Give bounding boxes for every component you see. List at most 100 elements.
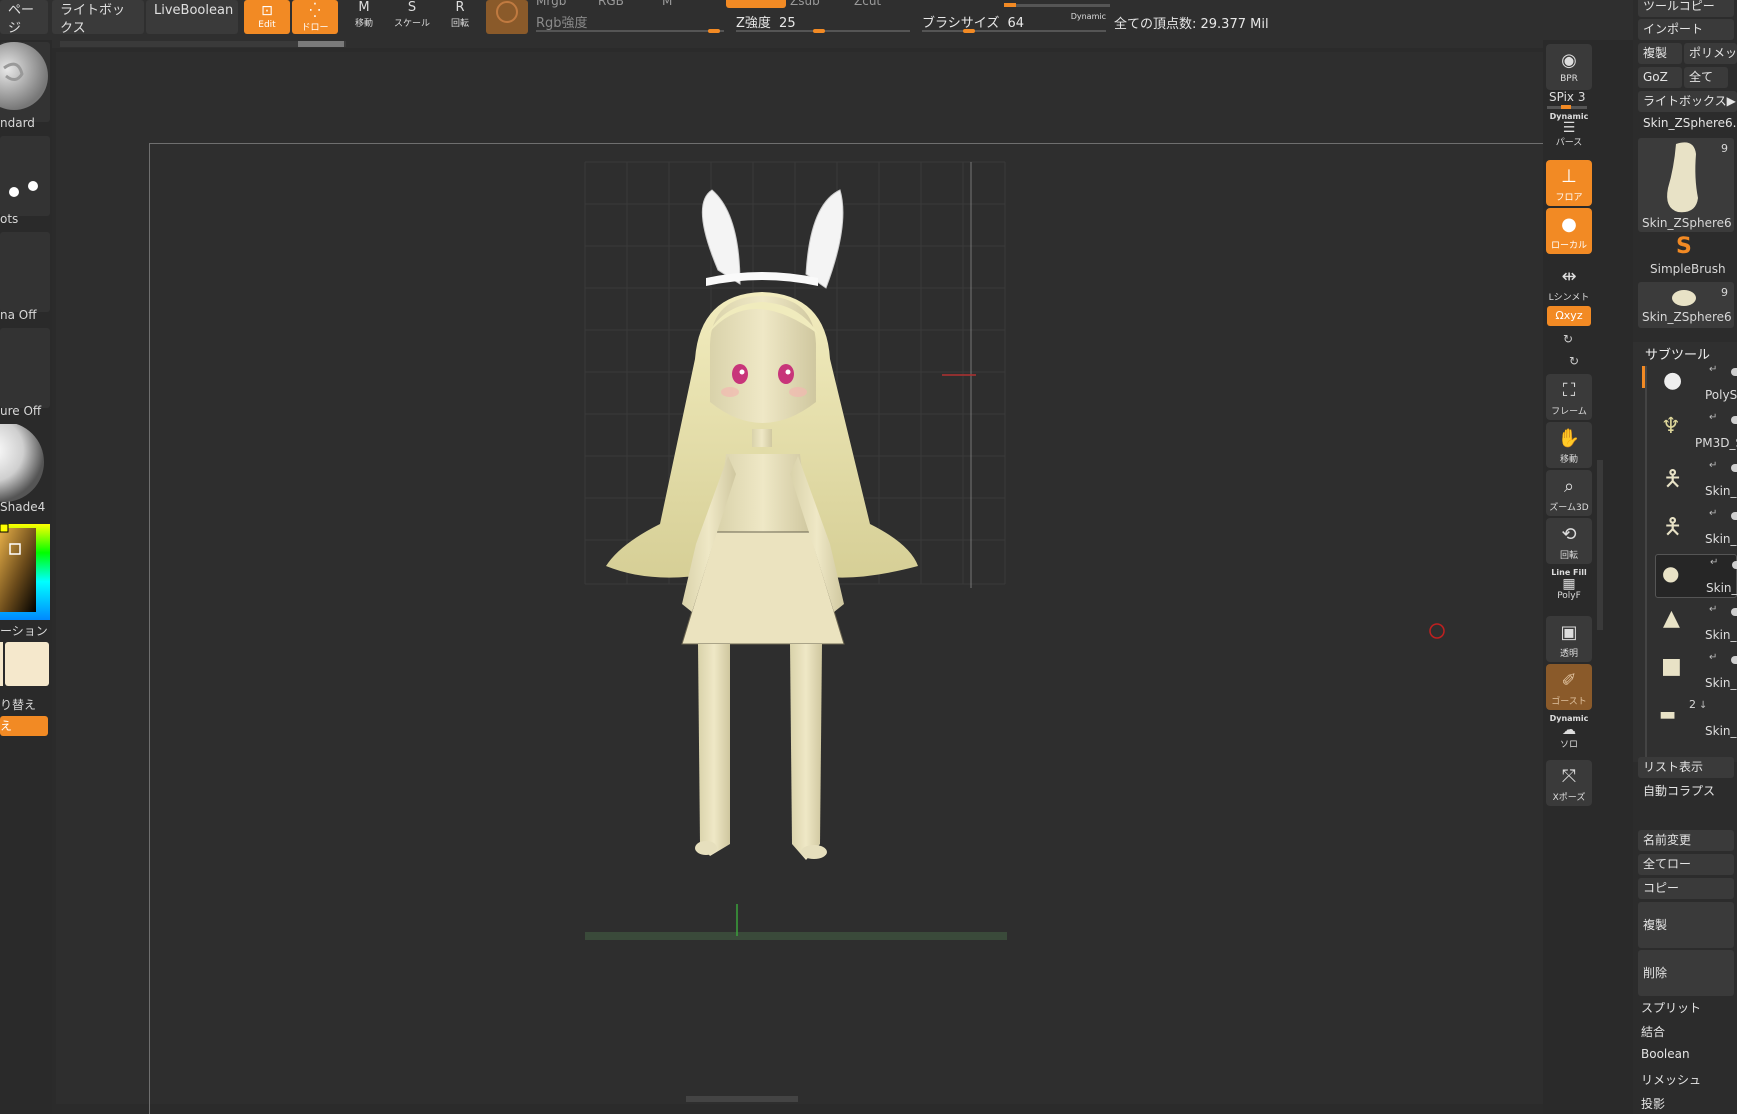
subtool-item-2-eye-icon[interactable] [1731, 416, 1737, 424]
lsym-button[interactable]: ⇹ Lシンメトリ [1546, 260, 1592, 316]
subtool-item-2[interactable]: ♆ ↵ PM3D_S [1655, 410, 1737, 454]
bottom-shelf-handle[interactable] [686, 1096, 798, 1102]
m-toggle[interactable]: M [662, 0, 672, 8]
subtool-item-3-eye-icon[interactable] [1731, 464, 1737, 472]
remesh-section[interactable]: リメッシュ [1641, 1071, 1701, 1088]
color-picker[interactable] [0, 523, 50, 620]
brush-size-slider[interactable]: ブラシサイズ 64 Dynamic [922, 12, 1106, 33]
subtool-item-6[interactable]: ▲ ↵ Skin_Z [1655, 602, 1737, 646]
all-button[interactable]: 全て [1684, 67, 1728, 88]
subtool-item-8[interactable]: ▬ 2 ↓ Skin_Z [1655, 698, 1737, 742]
duplicate-tool-button[interactable]: 複製 [1638, 43, 1682, 64]
subtool-item-6-label: Skin_Z [1705, 628, 1737, 642]
liveboolean-button[interactable]: LiveBoolean [146, 0, 238, 34]
perspective-button[interactable]: Dynamic ☰ パース [1546, 110, 1592, 156]
secondary-color-swatch[interactable] [0, 642, 3, 686]
move-view-button[interactable]: ✋ 移動 [1546, 422, 1592, 468]
floor-button[interactable]: ⊥ フロア [1546, 160, 1592, 206]
xpose-button[interactable]: ⤧ Xポーズ [1546, 760, 1592, 806]
spix-label[interactable]: SPix 3 [1549, 90, 1585, 104]
spix-slider-thumb[interactable] [1561, 105, 1571, 109]
duplicate-subtool-button[interactable]: 複製 [1638, 902, 1734, 948]
main-color-swatch[interactable] [5, 642, 49, 686]
document-canvas[interactable] [149, 143, 1561, 1114]
simplebrush-tool[interactable]: S SimpleBrush [1638, 234, 1734, 280]
zadd-toggle[interactable] [726, 0, 786, 8]
rename-button[interactable]: 名前変更 [1638, 830, 1734, 851]
solo-button[interactable]: Dynamic ☁ ソロ [1546, 712, 1592, 758]
top-hidden-slider[interactable] [1004, 3, 1110, 7]
document-scrollbar-thumb[interactable] [298, 41, 344, 47]
brush-selector[interactable] [0, 42, 50, 122]
switch-color-label[interactable]: り替え [0, 696, 36, 713]
rgb-intensity-thumb[interactable] [708, 29, 720, 33]
subtool-scrollbar[interactable] [1645, 366, 1647, 762]
subtool-item-1-eye-icon[interactable] [1731, 368, 1737, 376]
tool-copy-button[interactable]: ツールコピー [1638, 0, 1734, 17]
right-shelf-scrollbar[interactable] [1597, 460, 1603, 630]
subtool-item-1[interactable]: ● ↵ PolyS [1655, 362, 1737, 406]
delete-button[interactable]: 削除 [1638, 950, 1734, 996]
edit-button[interactable]: ⊡ Edit [244, 0, 290, 34]
zsub-toggle[interactable]: Zsub [790, 0, 820, 8]
subtool-header[interactable]: サブツール [1645, 344, 1710, 363]
project-section[interactable]: 投影 [1641, 1095, 1665, 1112]
brush-size-thumb[interactable] [963, 29, 975, 33]
auto-collapse-button[interactable]: 自動コラプス [1638, 781, 1734, 802]
polymesh-button[interactable]: ポリメッ [1684, 43, 1737, 64]
lightbox-tool-button[interactable]: ライトボックス▶ [1638, 91, 1737, 112]
rotate-button[interactable]: R 回転 [440, 0, 480, 34]
material-selector[interactable] [0, 422, 50, 504]
rgb-toggle[interactable]: RGB [598, 0, 624, 8]
z-rotate-icon[interactable]: ↻ [1569, 354, 1579, 368]
subtool-item-5-selected[interactable]: ● ↵ Skin_Z [1655, 554, 1737, 598]
xyz-rotate-button[interactable]: Ωxyz [1547, 306, 1591, 326]
ghost-button[interactable]: ✐ ゴースト [1546, 664, 1592, 710]
scale-button[interactable]: S スケール [392, 0, 432, 34]
draw-button[interactable]: ⁛ ドロー [292, 0, 338, 34]
bpr-button[interactable]: ◉ BPR [1546, 44, 1592, 90]
document-scrollbar[interactable] [60, 41, 346, 47]
all-low-button[interactable]: 全てロー [1638, 854, 1734, 875]
subtool-item-4[interactable]: 🯅 ↵ Skin_Z [1655, 506, 1737, 550]
y-rotate-icon[interactable]: ↻ [1563, 332, 1573, 346]
tool-thumbnail-2[interactable]: 9 Skin_ZSphere6 [1638, 282, 1734, 328]
canvas-viewport[interactable] [56, 52, 1561, 1114]
subtool-item-3[interactable]: 🯅 ↵ Skin_Z [1655, 458, 1737, 502]
tool-thumbnail-1[interactable]: 9 Skin_ZSphere6 [1638, 138, 1734, 232]
list-view-button[interactable]: リスト表示 [1638, 757, 1734, 778]
subtool-item-4-eye-icon[interactable] [1731, 512, 1737, 520]
stroke-selector[interactable] [0, 136, 50, 216]
goz-button[interactable]: GoZ [1638, 67, 1682, 88]
subtool-item-5-eye-icon[interactable] [1732, 561, 1737, 569]
rotate-view-button[interactable]: ⟲ 回転 [1546, 518, 1592, 564]
texture-selector[interactable] [0, 328, 50, 408]
local-button[interactable]: ● ローカル [1546, 208, 1592, 254]
top-hidden-slider-thumb[interactable] [1004, 3, 1016, 7]
alpha-selector[interactable] [0, 232, 50, 312]
swap-button[interactable]: え [0, 716, 48, 736]
rgb-intensity-slider[interactable]: Rgb強度 [536, 12, 724, 33]
subtool-item-7[interactable]: ■ ↵ Skin_Z [1655, 650, 1737, 694]
polyf-button[interactable]: Line Fill ▦ PolyF [1546, 566, 1592, 612]
merge-section[interactable]: 結合 [1641, 1023, 1665, 1040]
spix-slider[interactable] [1547, 105, 1587, 109]
transparent-button[interactable]: ▣ 透明 [1546, 616, 1592, 662]
move-button[interactable]: M 移動 [344, 0, 384, 34]
subtool-item-7-eye-icon[interactable] [1731, 656, 1737, 664]
import-button[interactable]: インポート [1638, 19, 1734, 40]
copy-button[interactable]: コピー [1638, 878, 1734, 899]
zoom3d-button[interactable]: ⌕ ズーム3D [1546, 470, 1592, 516]
page-button[interactable]: ページ [0, 0, 48, 36]
subtool-item-6-eye-icon[interactable] [1731, 608, 1737, 616]
lightbox-button[interactable]: ライトボックス [52, 0, 144, 36]
material-preview-button[interactable] [486, 0, 528, 34]
mrgb-toggle[interactable]: Mrgb [536, 0, 566, 8]
frame-button[interactable]: ⛶ フレーム [1546, 374, 1592, 420]
model-3d-render[interactable] [150, 144, 1562, 1114]
split-section[interactable]: スプリット [1641, 999, 1701, 1016]
z-intensity-slider[interactable]: Z強度 25 [736, 12, 910, 33]
z-intensity-thumb[interactable] [813, 29, 825, 33]
zcut-toggle[interactable]: Zcut [854, 0, 881, 8]
boolean-section[interactable]: Boolean [1641, 1047, 1690, 1061]
